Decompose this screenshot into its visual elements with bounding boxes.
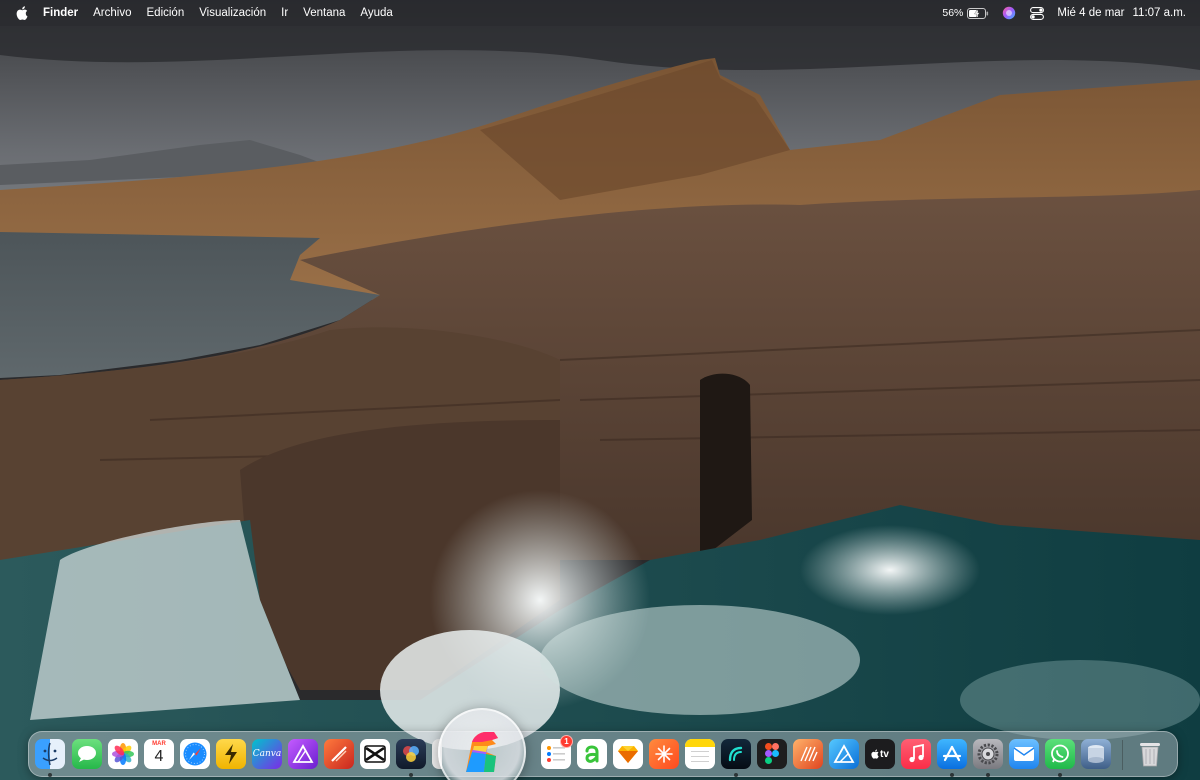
disk-icon xyxy=(1088,745,1104,763)
camo-icon xyxy=(728,746,743,762)
envelope-icon xyxy=(1013,747,1035,761)
dock-whatsapp[interactable] xyxy=(1045,739,1075,769)
dock-separator xyxy=(1122,740,1123,770)
dock-magnified-app[interactable] xyxy=(438,708,526,780)
gear-icon xyxy=(977,743,999,765)
menu-item-visualizacion[interactable]: Visualización xyxy=(199,7,266,19)
control-center-icon[interactable] xyxy=(1029,5,1045,21)
running-indicator xyxy=(1058,773,1062,777)
dock-spark[interactable] xyxy=(649,739,679,769)
dock-affinity-designer[interactable] xyxy=(829,739,859,769)
reminders-badge: 1 xyxy=(560,735,573,748)
canva-logo: Canva xyxy=(252,749,282,759)
dock-messages[interactable] xyxy=(72,739,102,769)
dock-apple-tv[interactable]: tv xyxy=(865,739,895,769)
dock-reeder[interactable] xyxy=(216,739,246,769)
calendar-month: MAR xyxy=(152,741,166,747)
desktop-wallpaper xyxy=(0,0,1200,780)
dock-canva[interactable]: Canva xyxy=(252,739,282,769)
running-indicator xyxy=(48,773,52,777)
trash-icon xyxy=(1140,743,1160,767)
menu-bar-time[interactable]: 11:07 a.m. xyxy=(1133,7,1187,19)
battery-icon xyxy=(967,7,989,19)
messages-icon xyxy=(78,746,96,762)
dock-capcut[interactable] xyxy=(360,739,390,769)
sparkle-icon xyxy=(655,745,673,763)
photos-icon xyxy=(112,743,134,765)
davinci-resolve-icon xyxy=(403,746,419,762)
battery-status[interactable]: 56% xyxy=(942,7,989,19)
green-a-icon xyxy=(585,745,599,763)
menu-item-ventana[interactable]: Ventana xyxy=(303,7,345,19)
capcut-icon xyxy=(364,745,386,763)
music-note-icon xyxy=(909,744,924,763)
pdf-app-icon xyxy=(331,746,347,762)
app-store-icon xyxy=(942,745,962,762)
menu-bar-date[interactable]: Mié 4 de mar xyxy=(1057,7,1124,19)
notes-icon xyxy=(691,751,709,762)
running-indicator xyxy=(734,773,738,777)
calendar-day: 4 xyxy=(154,748,164,765)
menu-item-ayuda[interactable]: Ayuda xyxy=(360,7,392,19)
figma-icon xyxy=(765,743,779,764)
dock-music[interactable] xyxy=(901,739,931,769)
siri-icon[interactable] xyxy=(1001,5,1017,21)
battery-percent: 56% xyxy=(942,7,964,19)
colorful-bird-app-icon xyxy=(466,732,498,772)
sketch-icon xyxy=(618,746,638,763)
dock-green-a-app[interactable] xyxy=(577,739,607,769)
affinity-designer-icon xyxy=(833,744,855,763)
dock-disk-utility[interactable] xyxy=(1081,739,1111,769)
apple-logo-icon xyxy=(871,749,879,759)
dock-system-settings[interactable] xyxy=(973,739,1003,769)
dock-pdf-app[interactable] xyxy=(324,739,354,769)
running-indicator xyxy=(950,773,954,777)
dock-safari[interactable] xyxy=(180,739,210,769)
dock-finder[interactable] xyxy=(35,739,65,769)
apple-icon[interactable] xyxy=(16,6,28,20)
dock-affinity-photo[interactable] xyxy=(793,739,823,769)
dock-sketch[interactable] xyxy=(613,739,643,769)
menu-bar: Finder Archivo Edición Visualización Ir … xyxy=(0,0,1200,26)
affinity-publisher-icon xyxy=(292,744,314,763)
menu-item-ir[interactable]: Ir xyxy=(281,7,288,19)
dock-affinity-publisher[interactable] xyxy=(288,739,318,769)
dock-photos[interactable] xyxy=(108,739,138,769)
menu-item-edicion[interactable]: Edición xyxy=(147,7,185,19)
dock-camo[interactable] xyxy=(721,739,751,769)
menu-bar-left: Finder Archivo Edición Visualización Ir … xyxy=(16,6,408,20)
apple-tv-label: tv xyxy=(880,748,889,760)
dock-trash[interactable] xyxy=(1135,739,1165,769)
dock-figma[interactable] xyxy=(757,739,787,769)
dock-mail[interactable] xyxy=(1009,739,1039,769)
running-indicator xyxy=(986,773,990,777)
notes-header xyxy=(685,739,715,747)
dock-notes[interactable] xyxy=(685,739,715,769)
dock-calendar[interactable]: MAR 4 xyxy=(144,739,174,769)
menu-bar-right: 56% Mié 4 de mar 11:07 a.m. xyxy=(930,5,1186,21)
running-indicator xyxy=(409,773,413,777)
menu-item-archivo[interactable]: Archivo xyxy=(93,7,131,19)
finder-icon xyxy=(42,742,58,766)
menu-app-name[interactable]: Finder xyxy=(43,7,78,19)
dock: MAR 4 Canva 1 tv xyxy=(28,731,1178,777)
affinity-photo-icon xyxy=(800,746,818,762)
dock-app-store[interactable] xyxy=(937,739,967,769)
dock-davinci-resolve[interactable] xyxy=(396,739,426,769)
safari-icon xyxy=(183,742,207,766)
lightning-icon xyxy=(225,744,237,764)
whatsapp-icon xyxy=(1051,744,1069,763)
